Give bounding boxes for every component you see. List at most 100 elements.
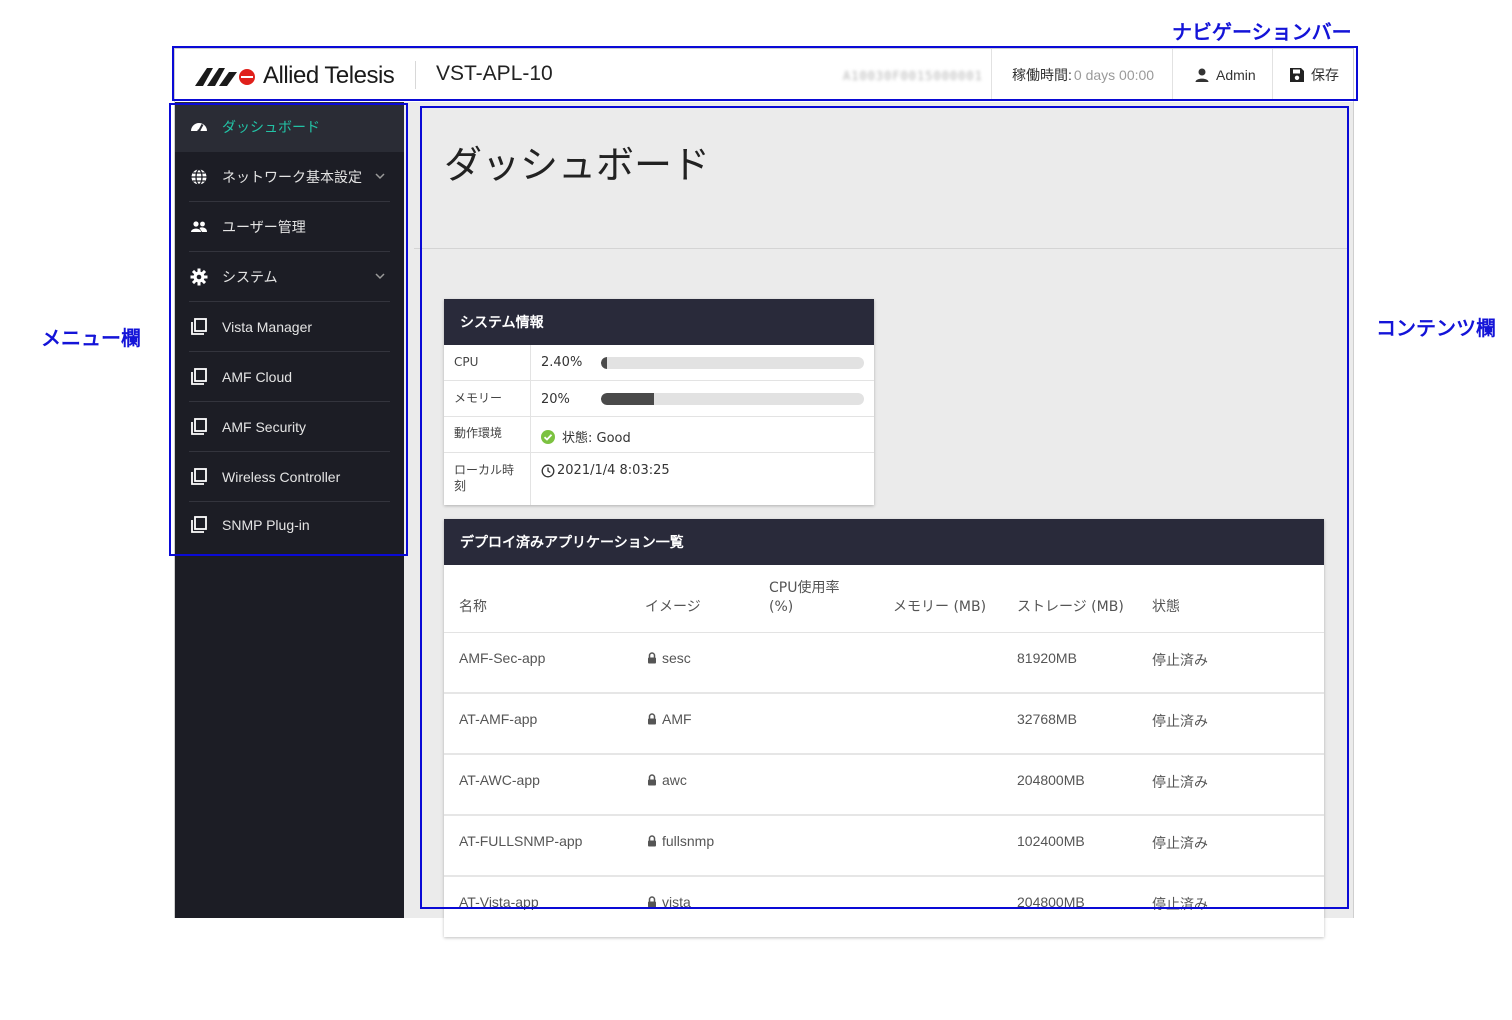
uptime-label: 稼働時間:	[1012, 67, 1072, 83]
sidebar-item-label: SNMP Plug-in	[222, 517, 310, 533]
sidebar-menu: ダッシュボード ネットワーク基本設定 ユーザー管理 システム Vista Man…	[175, 102, 404, 918]
sidebar-item-snmp-plugin[interactable]: SNMP Plug-in	[189, 500, 390, 550]
environment-label: 動作環境	[454, 426, 503, 440]
app-status: 停止済み	[1152, 896, 1208, 912]
serial-number: A10030F0015000001	[843, 69, 983, 83]
app-storage: 204800MB	[1017, 894, 1085, 910]
local-time-display: 2021/1/4 8:03:25	[541, 463, 670, 478]
app-window-icon	[189, 367, 209, 387]
table-row[interactable]: AT-Vista-app vista 204800MB 停止済み	[444, 877, 1324, 938]
column-header-status[interactable]: 状態	[1152, 598, 1180, 617]
column-header-memory[interactable]: メモリー (MB)	[893, 598, 986, 617]
allied-telesis-logo[interactable]: Allied Telesis	[195, 62, 395, 89]
app-status: 停止済み	[1152, 835, 1208, 851]
local-time-value: 2021/1/4 8:03:25	[557, 463, 670, 478]
local-time-row: ローカル時刻 2021/1/4 8:03:25	[444, 453, 874, 505]
lock-icon	[648, 835, 656, 847]
sidebar-item-label: Wireless Controller	[222, 468, 341, 485]
app-image-label: sesc	[662, 650, 691, 666]
logo-divider	[415, 61, 416, 89]
save-button[interactable]: 保存	[1272, 49, 1353, 101]
sidebar-item-network-settings[interactable]: ネットワーク基本設定	[189, 152, 390, 202]
memory-value: 20%	[541, 392, 570, 407]
logo-text: Allied Telesis	[263, 62, 395, 89]
sidebar-item-label: システム	[222, 268, 278, 285]
app-name[interactable]: AT-FULLSNMP-app	[459, 833, 582, 849]
sidebar-item-user-management[interactable]: ユーザー管理	[189, 202, 390, 252]
app-storage: 204800MB	[1017, 772, 1085, 788]
app-image-label: awc	[662, 772, 687, 788]
save-label: 保存	[1311, 67, 1339, 83]
app-image: fullsnmp	[647, 833, 714, 849]
sidebar-item-label: AMF Security	[222, 418, 307, 435]
column-header-image[interactable]: イメージ	[645, 598, 701, 617]
lock-icon	[648, 713, 656, 725]
table-row[interactable]: AMF-Sec-app sesc 81920MB 停止済み	[444, 633, 1324, 694]
system-info-card: システム情報 CPU 2.40% メモリー 20% 動作環境 状態: Good …	[444, 299, 874, 505]
system-info-header: システム情報	[444, 299, 874, 345]
app-name[interactable]: AT-AMF-app	[459, 711, 537, 727]
uptime-display: 稼働時間: 0 days 00:00	[991, 49, 1172, 101]
sidebar-item-amf-security[interactable]: AMF Security	[189, 402, 390, 452]
environment-row: 動作環境 状態: Good	[444, 417, 874, 453]
clock-icon	[541, 464, 555, 477]
sidebar-item-system[interactable]: システム	[189, 252, 390, 302]
content-annotation-label: コンテンツ欄	[1376, 316, 1496, 340]
chevron-down-icon	[375, 173, 385, 180]
menu-annotation-label: メニュー欄	[41, 326, 141, 350]
content-area: ダッシュボード システム情報 CPU 2.40% メモリー 20% 動作環境 状…	[404, 102, 1353, 937]
table-row[interactable]: AT-AWC-app awc 204800MB 停止済み	[444, 755, 1324, 816]
user-icon	[1195, 68, 1209, 82]
table-row[interactable]: AT-FULLSNMP-app fullsnmp 102400MB 停止済み	[444, 816, 1324, 877]
users-icon	[189, 217, 209, 237]
app-image-label: fullsnmp	[662, 833, 715, 849]
app-window-icon	[189, 417, 209, 437]
app-name[interactable]: AT-Vista-app	[459, 894, 539, 910]
uptime-value: 0 days 00:00	[1073, 67, 1155, 83]
floppy-disk-icon	[1290, 68, 1304, 82]
app-window-icon	[189, 515, 209, 535]
sidebar-item-vista-manager[interactable]: Vista Manager	[189, 302, 390, 352]
user-menu-button[interactable]: Admin	[1172, 49, 1272, 101]
speedometer-icon	[189, 117, 209, 137]
gear-icon	[189, 267, 209, 287]
sidebar-item-wireless-controller[interactable]: Wireless Controller	[189, 452, 390, 502]
table-row[interactable]: AT-AMF-app AMF 32768MB 停止済み	[444, 694, 1324, 755]
sidebar-item-dashboard[interactable]: ダッシュボード	[175, 102, 404, 152]
memory-usage-bar-fill	[601, 393, 654, 405]
app-name[interactable]: AT-AWC-app	[459, 772, 540, 788]
lock-icon	[648, 774, 656, 786]
app-image: vista	[647, 894, 691, 910]
app-name[interactable]: AMF-Sec-app	[459, 650, 545, 666]
chevron-down-icon	[375, 273, 385, 280]
globe-icon	[189, 167, 209, 187]
device-name: VST-APL-10	[436, 62, 553, 85]
cpu-value: 2.40%	[541, 355, 583, 370]
column-header-storage[interactable]: ストレージ (MB)	[1017, 598, 1124, 617]
cpu-usage-bar-fill	[601, 357, 608, 369]
app-image-label: vista	[662, 894, 691, 910]
app-status: 停止済み	[1152, 652, 1208, 668]
column-header-name[interactable]: 名称	[459, 598, 487, 617]
column-header-cpu[interactable]: CPU使用率 (%)	[769, 579, 849, 617]
page-title: ダッシュボード	[444, 143, 711, 187]
app-storage: 81920MB	[1017, 650, 1077, 666]
navigation-bar: Allied Telesis VST-APL-10 A10030F0015000…	[175, 49, 1353, 101]
allied-telesis-mark-icon	[195, 68, 255, 86]
environment-value: 状態: Good	[562, 431, 631, 446]
app-status: 停止済み	[1152, 713, 1208, 729]
user-label: Admin	[1216, 67, 1256, 83]
sidebar-item-label: Vista Manager	[222, 318, 313, 335]
memory-usage-bar	[601, 393, 864, 405]
sidebar-item-amf-cloud[interactable]: AMF Cloud	[189, 352, 390, 402]
app-image: sesc	[647, 650, 691, 666]
app-storage: 102400MB	[1017, 833, 1085, 849]
title-divider	[414, 248, 1349, 249]
local-time-label: ローカル時刻	[454, 463, 515, 493]
apps-table-header: 名称 イメージ CPU使用率 (%) メモリー (MB) ストレージ (MB) …	[444, 565, 1324, 633]
lock-icon	[648, 896, 656, 908]
memory-label: メモリー	[454, 391, 503, 405]
deployed-apps-card: デプロイ済みアプリケーション一覧 名称 イメージ CPU使用率 (%) メモリー…	[444, 519, 1324, 937]
sidebar-item-label: AMF Cloud	[222, 368, 293, 385]
app-image: AMF	[647, 711, 692, 727]
